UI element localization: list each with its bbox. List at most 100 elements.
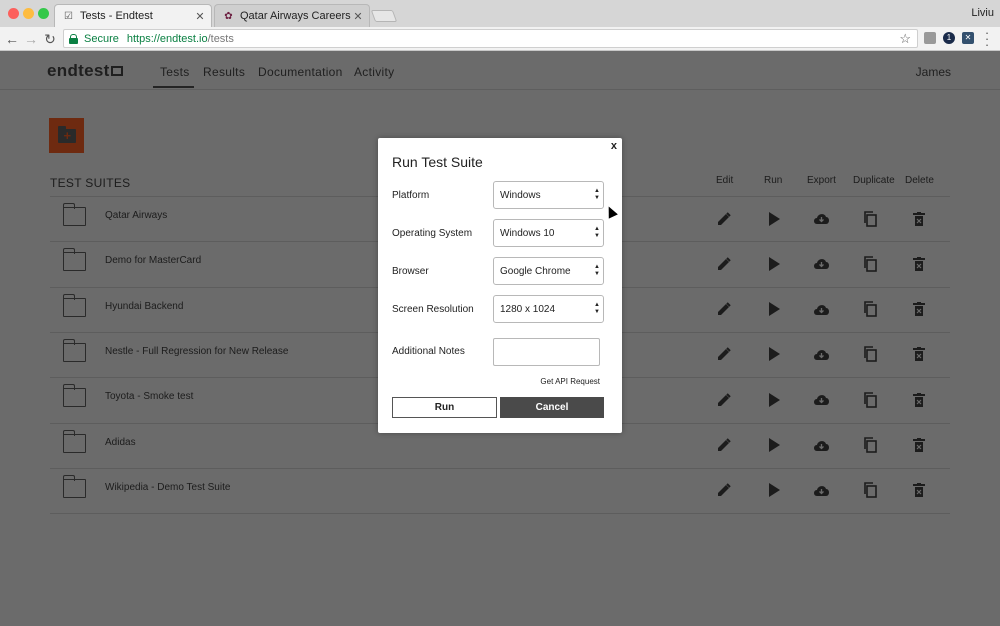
run-suite-button[interactable] xyxy=(766,347,782,365)
cloud-download-icon xyxy=(813,348,830,366)
suite-name[interactable]: Qatar Airways xyxy=(105,210,167,221)
browser-tab-active[interactable]: ☑ Tests - Endtest ✕ xyxy=(54,4,212,27)
nav-activity[interactable]: Activity xyxy=(354,65,394,79)
trash-icon xyxy=(913,256,925,276)
browser-profile-name[interactable]: Liviu xyxy=(971,7,994,19)
close-icon[interactable]: x xyxy=(611,140,617,152)
cancel-button[interactable]: Cancel xyxy=(500,397,604,418)
suite-name[interactable]: Wikipedia - Demo Test Suite xyxy=(105,482,230,493)
edit-button[interactable] xyxy=(716,483,732,501)
lock-icon xyxy=(69,33,78,44)
delete-button[interactable] xyxy=(911,438,927,456)
suite-name[interactable]: Hyundai Backend xyxy=(105,301,183,312)
copy-icon xyxy=(863,210,877,232)
bookmark-star-icon[interactable]: ☆ xyxy=(899,31,911,47)
edit-button[interactable] xyxy=(716,257,732,274)
os-value: Windows 10 xyxy=(500,227,555,239)
cloud-download-icon xyxy=(813,393,830,411)
os-select[interactable]: Windows 10 ▲ ▼ xyxy=(493,219,604,247)
reload-icon[interactable]: ↻ xyxy=(42,31,58,47)
qatar-favicon-icon: ✿ xyxy=(224,10,233,22)
run-suite-button[interactable] xyxy=(766,302,782,320)
trash-icon xyxy=(913,302,925,321)
trash-icon xyxy=(913,392,925,412)
browser-select[interactable]: Google Chrome ▲ ▼ xyxy=(493,257,604,285)
delete-button[interactable] xyxy=(911,483,927,501)
extension-badge-icon[interactable]: 1 xyxy=(943,32,955,44)
cloud-download-icon xyxy=(813,212,830,230)
run-suite-button[interactable] xyxy=(766,211,782,229)
duplicate-button[interactable] xyxy=(862,301,878,320)
delete-button[interactable] xyxy=(911,211,927,231)
window-minimize-button[interactable] xyxy=(23,8,34,19)
export-button[interactable] xyxy=(813,213,829,229)
duplicate-button[interactable] xyxy=(862,346,878,365)
duplicate-button[interactable] xyxy=(862,482,878,501)
nav-tests[interactable]: Tests xyxy=(160,65,190,79)
table-row[interactable]: Wikipedia - Demo Test Suite xyxy=(50,467,950,513)
endtest-logo[interactable]: endtest xyxy=(47,61,123,81)
select-arrows-icon: ▲ ▼ xyxy=(594,302,600,315)
notes-input[interactable] xyxy=(493,338,600,366)
edit-button[interactable] xyxy=(716,392,732,410)
export-button[interactable] xyxy=(813,304,829,320)
nav-results[interactable]: Results xyxy=(203,65,245,79)
new-tab-button[interactable] xyxy=(370,10,398,22)
duplicate-button[interactable] xyxy=(862,391,878,410)
extension-x-icon[interactable]: ✕ xyxy=(962,32,974,44)
user-menu[interactable]: James xyxy=(916,65,951,79)
nav-documentation[interactable]: Documentation xyxy=(258,65,343,79)
edit-button[interactable] xyxy=(716,211,732,229)
back-arrow-icon[interactable]: ← xyxy=(4,31,20,47)
duplicate-button[interactable] xyxy=(862,437,878,456)
browser-tab-inactive[interactable]: ✿ Qatar Airways Careers - Curre ✕ xyxy=(214,4,370,27)
delete-button[interactable] xyxy=(911,256,927,276)
export-button[interactable] xyxy=(813,349,829,365)
duplicate-button[interactable] xyxy=(862,255,878,274)
edit-button[interactable] xyxy=(716,438,732,456)
play-icon xyxy=(768,256,780,276)
tab-close-icon[interactable]: ✕ xyxy=(351,10,365,23)
resolution-value: 1280 x 1024 xyxy=(500,303,556,315)
tab-title: Tests - Endtest xyxy=(80,10,153,22)
trash-icon xyxy=(913,211,925,231)
suite-name[interactable]: Toyota - Smoke test xyxy=(105,391,193,402)
delete-button[interactable] xyxy=(911,302,927,321)
suite-name[interactable]: Adidas xyxy=(105,437,136,448)
platform-select[interactable]: Windows ▲ ▼ xyxy=(493,181,604,209)
url-host: https://endtest.io xyxy=(126,32,208,45)
window-close-button[interactable] xyxy=(8,8,19,19)
browser-label: Browser xyxy=(392,266,429,277)
resolution-label: Screen Resolution xyxy=(392,304,474,315)
logo-check-icon xyxy=(110,66,123,76)
suite-name[interactable]: Demo for MasterCard xyxy=(105,255,201,266)
extension-icon[interactable] xyxy=(924,32,936,44)
api-request-link[interactable]: Get API Request xyxy=(540,377,600,386)
export-button[interactable] xyxy=(813,485,829,501)
run-suite-button[interactable] xyxy=(766,438,782,456)
run-suite-button[interactable] xyxy=(766,256,782,276)
export-button[interactable] xyxy=(813,440,829,456)
suite-name[interactable]: Nestle - Full Regression for New Release xyxy=(105,346,288,357)
run-suite-button[interactable] xyxy=(766,392,782,410)
folder-icon xyxy=(63,203,86,226)
delete-button[interactable] xyxy=(911,347,927,365)
resolution-select[interactable]: 1280 x 1024 ▲ ▼ xyxy=(493,295,604,323)
tab-close-icon[interactable]: ✕ xyxy=(193,10,207,23)
browser-menu-icon[interactable]: · · · xyxy=(984,26,990,51)
window-zoom-button[interactable] xyxy=(38,8,49,19)
folder-icon xyxy=(63,474,86,498)
edit-button[interactable] xyxy=(716,347,732,365)
modal-title: Run Test Suite xyxy=(392,154,483,170)
address-bar[interactable]: Secure https://endtest.io/tests ☆ xyxy=(63,29,918,48)
browser-tab-strip: ☑ Tests - Endtest ✕ ✿ Qatar Airways Care… xyxy=(0,0,1000,27)
export-button[interactable] xyxy=(813,394,829,410)
forward-arrow-icon[interactable]: → xyxy=(23,31,39,47)
export-button[interactable] xyxy=(813,258,829,274)
run-suite-button[interactable] xyxy=(766,483,782,501)
delete-button[interactable] xyxy=(911,392,927,412)
duplicate-button[interactable] xyxy=(862,210,878,232)
add-suite-button[interactable]: + xyxy=(49,118,84,153)
run-button[interactable]: Run xyxy=(392,397,497,418)
edit-button[interactable] xyxy=(716,302,732,320)
